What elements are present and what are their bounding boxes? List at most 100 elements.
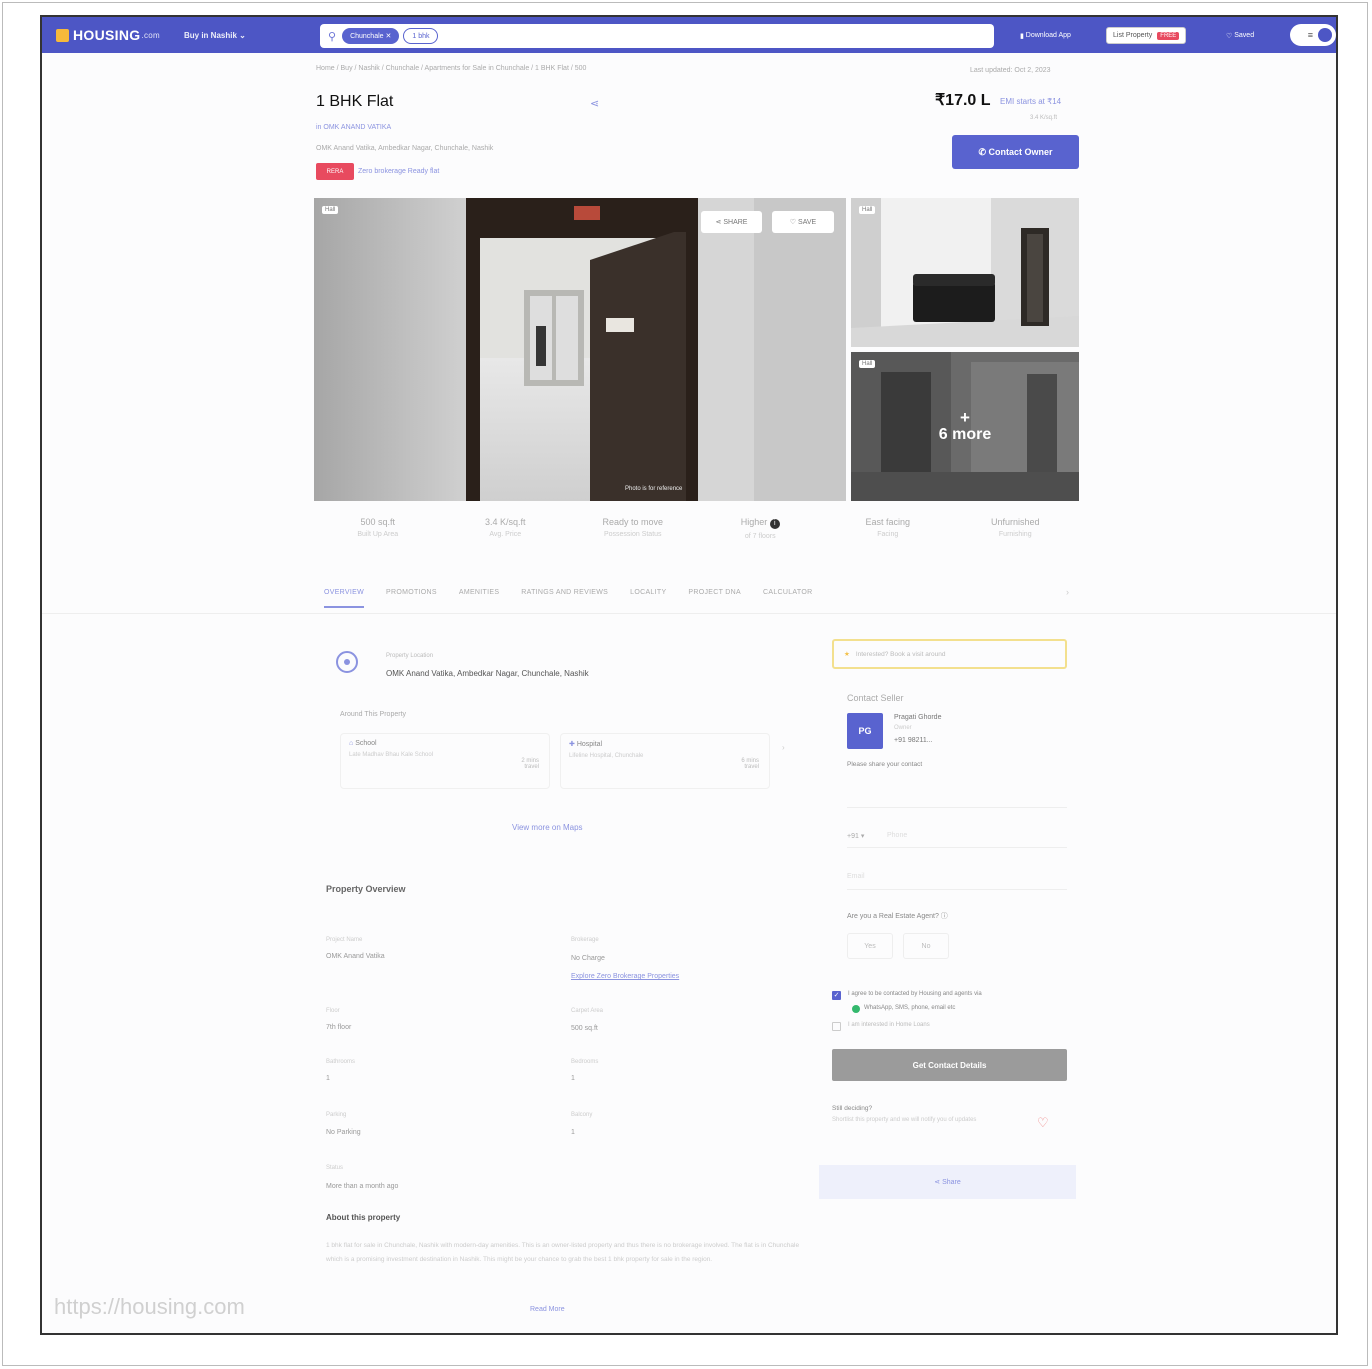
get-contact-details-button[interactable]: Get Contact Details (832, 1049, 1067, 1081)
stat-label: Built Up Area (357, 531, 399, 538)
download-app-button[interactable]: ▮ Download App (1014, 27, 1077, 44)
overview-value: 500 sq.ft (571, 1025, 598, 1032)
consent-text: I agree to be contacted by Housing and a… (848, 991, 982, 997)
agent-yes-button[interactable]: Yes (847, 933, 893, 959)
contact-owner-button[interactable]: ✆ Contact Owner (952, 135, 1079, 169)
chevron-down-icon: ⌄ (239, 30, 246, 40)
tab-project-dna[interactable]: PROJECT DNA (688, 589, 741, 608)
profile-menu[interactable]: ≡ (1290, 24, 1336, 46)
main-photo[interactable]: Hall ⋖ SHARE ♡ SAVE Photo is for referen… (314, 198, 846, 501)
around-card-type: School (355, 740, 377, 747)
price-per-sqft: 3.4 K/sq.ft (1030, 115, 1058, 121)
search-chip-locality[interactable]: Chunchale ✕ (342, 28, 400, 44)
search-chip-bhk[interactable]: 1 bhk (403, 28, 439, 44)
overview-label: Bedrooms (571, 1059, 599, 1065)
overview-label: Carpet Area (571, 1008, 604, 1014)
read-more-link[interactable]: Read More (530, 1306, 565, 1313)
emi-link[interactable]: EMI starts at ₹14 (1000, 97, 1061, 106)
tabs-divider (42, 613, 1336, 614)
share-bar-button[interactable]: ⋖ Share (819, 1165, 1076, 1199)
stat-value: Unfurnished (990, 517, 1040, 527)
city-label: Buy in Nashik (184, 30, 237, 40)
chip-label: 1 bhk (412, 32, 430, 40)
around-card-distance: 2 mins travel (521, 758, 539, 770)
info-icon[interactable]: ⓘ (941, 913, 948, 920)
breadcrumb[interactable]: Home / Buy / Nashik / Chunchale / Apartm… (316, 65, 586, 72)
overview-label: Floor (326, 1008, 340, 1014)
overview-value: No Parking (326, 1129, 361, 1136)
housing-logo[interactable]: HOUSING .com (56, 27, 160, 43)
page-title: 1 BHK Flat (316, 93, 394, 110)
name-field[interactable] (847, 807, 1067, 808)
free-badge: FREE (1157, 31, 1180, 40)
chevron-right-icon[interactable]: › (1066, 587, 1069, 597)
share-button[interactable]: ⋖ SHARE (701, 211, 762, 233)
overview-value: 1 (326, 1075, 330, 1082)
share-label: SHARE (723, 218, 748, 226)
more-photos-overlay[interactable]: + 6 more (851, 352, 1079, 501)
chevron-right-icon[interactable]: › (782, 743, 785, 752)
zero-brokerage-link[interactable]: Explore Zero Brokerage Properties (571, 973, 679, 980)
around-card-type: Hospital (576, 741, 603, 748)
heart-icon[interactable]: ♡ (1037, 1115, 1049, 1131)
agent-no-button[interactable]: No (903, 933, 949, 959)
stat-facing: East facing Facing (824, 517, 952, 540)
distance-unit: travel (524, 764, 539, 770)
share-icon[interactable]: ⋖ (590, 97, 599, 110)
close-icon[interactable]: ✕ (385, 32, 391, 40)
agent-question-text: Are you a Real Estate Agent? (847, 913, 939, 920)
overview-value: OMK Anand Vatika (326, 953, 385, 960)
rera-badge: RERA (316, 163, 354, 180)
consent-checkbox[interactable]: ✓ (832, 991, 841, 1000)
tab-calculator[interactable]: CALCULATOR (763, 589, 812, 608)
logo-mark-icon (56, 28, 69, 42)
overview-label: Brokerage (571, 937, 599, 943)
share-icon: ⋖ (934, 1179, 943, 1186)
share-contact-text: Please share your contact (847, 761, 923, 768)
heart-outline-icon: ♡ (1226, 32, 1235, 40)
photo-thumbnail[interactable]: Hall (851, 198, 1079, 347)
saved-label: Saved (1234, 32, 1255, 39)
list-property-button[interactable]: List Property FREE (1106, 27, 1187, 44)
stat-possession: Ready to move Possession Status (569, 517, 697, 540)
phone-field[interactable]: Phone (887, 832, 907, 839)
overview-label: Status (326, 1165, 344, 1171)
overview-value: 1 (571, 1129, 575, 1136)
email-field[interactable]: Email (847, 873, 865, 880)
section-tabs: OVERVIEW PROMOTIONS AMENITIES RATINGS AN… (324, 589, 812, 608)
around-card-school[interactable]: ⌂ School Late Madhav Bhau Kale School 2 … (340, 733, 550, 789)
saved-button[interactable]: ♡ Saved (1220, 27, 1260, 44)
logo-text: HOUSING (73, 27, 141, 43)
more-photos-label: 6 more (938, 425, 992, 443)
phone-icon: ✆ (978, 146, 989, 157)
country-code-select[interactable]: +91 ▾ (847, 832, 864, 840)
city-selector[interactable]: Buy in Nashik ⌄ (184, 31, 246, 40)
location-pin-icon (336, 651, 358, 673)
tab-ratings-reviews[interactable]: RATINGS AND REVIEWS (521, 589, 608, 608)
search-bar[interactable]: ⚲ Chunchale ✕ 1 bhk (320, 24, 994, 48)
zero-brokerage-text: Zero brokerage Ready flat (358, 168, 440, 175)
tab-promotions[interactable]: PROMOTIONS (386, 589, 437, 608)
agent-phone: +91 98211... (894, 737, 933, 744)
last-updated: Last updated: Oct 2, 2023 (970, 67, 1051, 74)
tab-amenities[interactable]: AMENITIES (459, 589, 499, 608)
around-card-name: Late Madhav Bhau Kale School (349, 752, 434, 758)
home-loan-checkbox[interactable] (832, 1022, 841, 1031)
visit-alert[interactable]: ★ Interested? Book a visit around (832, 639, 1067, 669)
stat-floor: Higher i of 7 floors (697, 517, 825, 540)
info-icon[interactable]: i (769, 519, 780, 529)
save-button[interactable]: ♡ SAVE (772, 211, 834, 233)
thumbnail-image (851, 198, 1079, 347)
around-card-hospital[interactable]: ✚ Hospital Lifeline Hospital, Chunchale … (560, 733, 770, 789)
tab-locality[interactable]: LOCALITY (630, 589, 666, 608)
around-card-header: ✚ Hospital (569, 740, 761, 748)
photo-thumbnail-more[interactable]: Hall + 6 more (851, 352, 1079, 501)
view-on-maps-link[interactable]: View more on Maps (512, 823, 583, 832)
contact-seller-title: Contact Seller (847, 693, 904, 703)
main-photo-image (314, 198, 846, 501)
overview-label: Project Name (326, 937, 363, 943)
project-link[interactable]: in OMK ANAND VATIKA (316, 124, 391, 131)
room-tag: Hall (859, 206, 876, 214)
stat-value: Ready to move (602, 517, 664, 527)
tab-overview[interactable]: OVERVIEW (324, 589, 365, 608)
